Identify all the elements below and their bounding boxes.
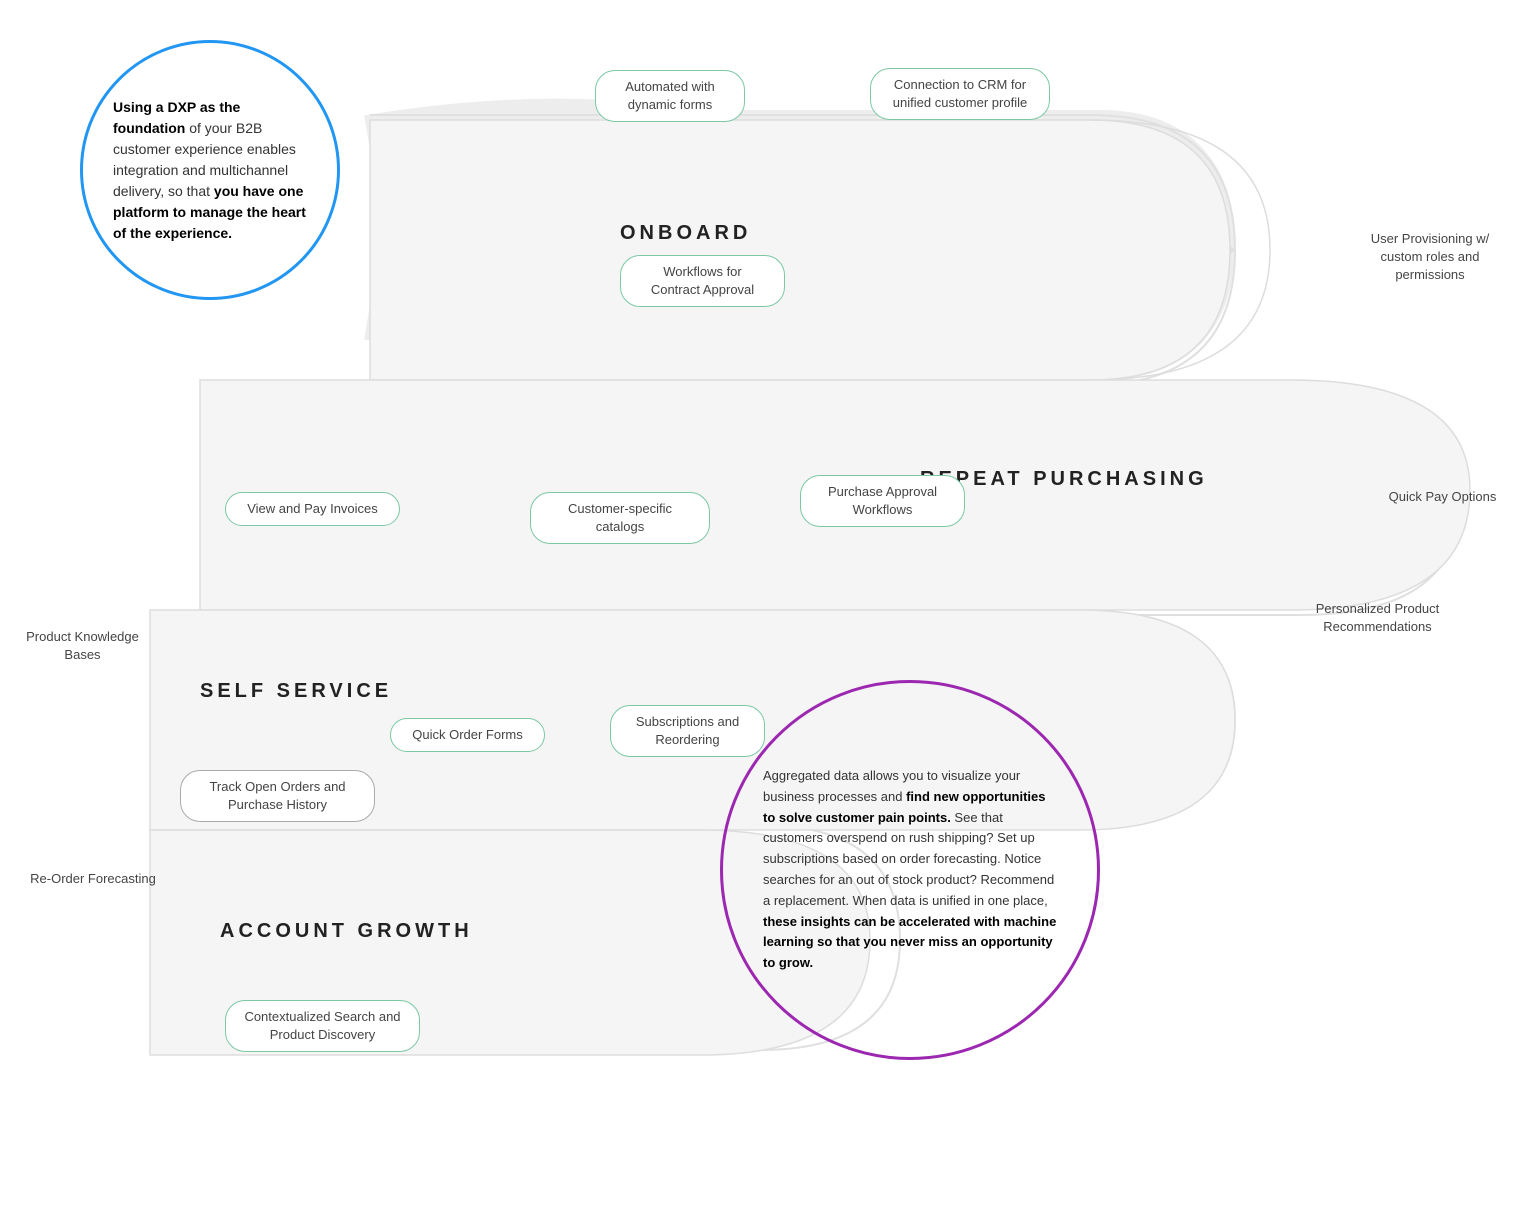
pill-quick-order-forms: Quick Order Forms [390, 718, 545, 752]
section-self-service: SELF SERVICE [200, 680, 392, 703]
section-account-growth: ACCOUNT GROWTH [220, 920, 473, 943]
blue-circle: Using a DXP as the foundation of your B2… [80, 40, 340, 300]
pill-view-pay-invoices: View and Pay Invoices [225, 492, 400, 526]
blue-circle-text: Using a DXP as the foundation of your B2… [113, 97, 307, 244]
pill-contextualized-search: Contextualized Search and Product Discov… [225, 1000, 420, 1052]
pill-customer-catalogs: Customer-specific catalogs [530, 492, 710, 544]
section-onboard: ONBOARD [620, 222, 751, 245]
pill-workflows-contract: Workflows for Contract Approval [620, 255, 785, 307]
label-personalized-recs: Personalized Product Recommendations [1285, 600, 1470, 636]
pill-track-open-orders: Track Open Orders and Purchase History [180, 770, 375, 822]
purple-circle: Aggregated data allows you to visualize … [720, 680, 1100, 1060]
label-user-provisioning: User Provisioning w/ custom roles and pe… [1350, 230, 1510, 285]
purple-circle-text: Aggregated data allows you to visualize … [763, 766, 1057, 974]
pill-subscriptions: Subscriptions and Reordering [610, 705, 765, 757]
label-product-knowledge: Product Knowledge Bases [10, 628, 155, 664]
pill-automated-forms: Automated with dynamic forms [595, 70, 745, 122]
pill-connection-crm: Connection to CRM for unified customer p… [870, 68, 1050, 120]
pill-purchase-approval: Purchase Approval Workflows [800, 475, 965, 527]
purple-bold-2: these insights can be accelerated with m… [763, 914, 1056, 971]
label-quick-pay: Quick Pay Options [1360, 488, 1525, 506]
page-container: Using a DXP as the foundation of your B2… [0, 0, 1539, 1228]
label-reorder-forecasting: Re-Order Forecasting [28, 870, 158, 888]
